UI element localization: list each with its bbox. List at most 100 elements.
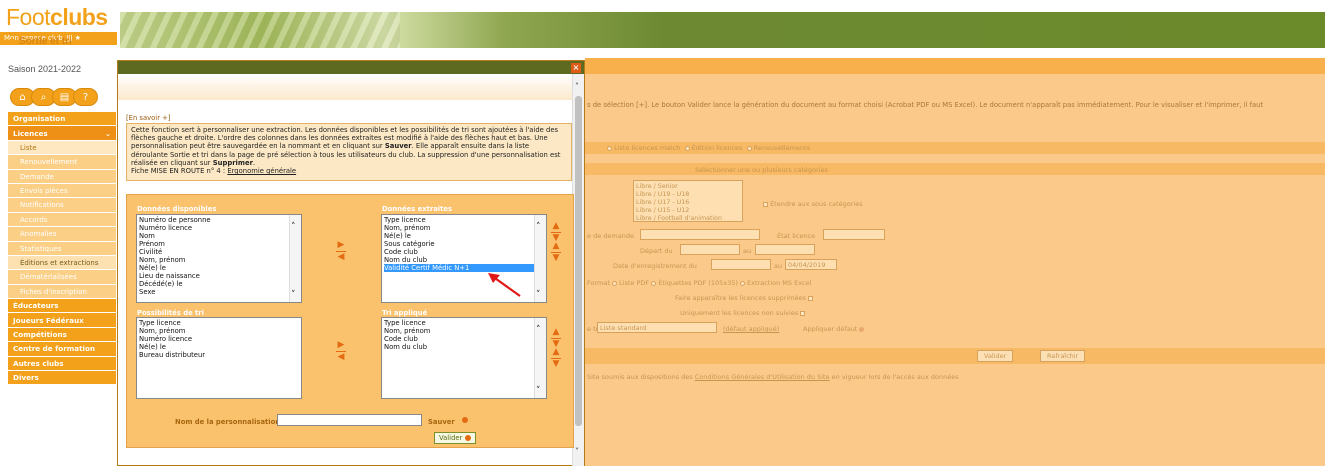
sort-applied-item[interactable]: Code club — [384, 335, 544, 343]
extracted-data-item[interactable]: Nom, prénom — [384, 224, 544, 232]
ergonomie-link[interactable]: Ergonomie générale — [227, 167, 296, 175]
arrow-up-icon[interactable]: ▲ — [553, 221, 560, 231]
bg-apply-default[interactable]: Appliquer défaut — [803, 325, 865, 334]
nav-section-educateurs[interactable]: Éducateurs — [8, 299, 116, 314]
nav-item-envois-pieces[interactable]: Envois pièces — [8, 183, 116, 199]
available-data-item[interactable]: Sexe — [139, 288, 299, 296]
bg-record-from[interactable] — [711, 259, 771, 270]
available-data-item[interactable]: Lieu de naissance — [139, 272, 299, 280]
sort-options-list[interactable]: Type licence Nom, prénom Numéro licence Né(… — [136, 317, 302, 399]
nav-section-joueurs-federaux[interactable]: Joueurs Fédéraux — [8, 313, 116, 328]
available-data-item[interactable]: Civilité — [139, 248, 299, 256]
arrow-left-icon[interactable]: ◀ — [338, 252, 345, 262]
sort-applied-item[interactable]: Type licence — [384, 319, 544, 327]
bg-tri-select[interactable]: Liste standard — [597, 322, 717, 333]
sort-option-item[interactable]: Numéro licence — [139, 335, 299, 343]
chevron-up-icon[interactable]: ˄ — [536, 223, 541, 232]
cgu-link[interactable]: Conditions Générales d'Utilisation du Si… — [695, 373, 830, 381]
available-scrollbar[interactable]: ˄ ˅ — [289, 215, 301, 302]
nav-section-licences[interactable]: Licences ⌄ — [8, 126, 116, 141]
available-data-item[interactable]: Décédé(e) le — [139, 280, 299, 288]
bg-depart-to[interactable] — [755, 244, 815, 255]
sort-applied-item[interactable]: Nom, prénom — [384, 327, 544, 335]
bg-only-unfollowed[interactable]: Uniquement les licences non suivies — [680, 309, 806, 318]
bg-categories-list[interactable]: Libre / Senior Libre / U19 - U18 Libre / U… — [633, 180, 743, 222]
nav-section-organisation[interactable]: Organisation — [8, 112, 116, 127]
radio-liste-licences-match[interactable] — [607, 145, 612, 151]
bg-default-applied[interactable]: (défaut appliqué) — [723, 325, 779, 334]
bg-footer-text: Site soumis aux dispositions des Conditi… — [587, 373, 959, 381]
chevron-down-icon[interactable]: ˅ — [536, 291, 541, 300]
available-data-item[interactable]: Prénom — [139, 240, 299, 248]
sort-option-item[interactable]: Né(e) le — [139, 343, 299, 351]
nav-item-notifications[interactable]: Notifications — [8, 198, 116, 213]
bg-refresh-button[interactable]: Rafraîchir — [1040, 350, 1086, 362]
radio-extraction-excel[interactable] — [739, 280, 745, 286]
available-data-item[interactable]: Numéro de personne — [139, 216, 299, 224]
extracted-data-item[interactable]: Né(e) le — [384, 232, 544, 240]
save-dot-icon[interactable] — [462, 417, 468, 423]
chevron-up-icon[interactable]: ˄ — [291, 223, 296, 232]
arrow-down-icon[interactable]: ▼ — [553, 253, 560, 263]
radio-liste-pdf[interactable] — [611, 280, 617, 286]
chevron-down-icon[interactable]: ˅ — [575, 447, 579, 456]
nav-item-statistiques[interactable]: Statistiques — [8, 241, 116, 256]
arrow-up-icon[interactable]: ▲ — [553, 241, 560, 251]
extracted-scrollbar[interactable]: ˄ ˅ — [534, 215, 546, 302]
available-data-item[interactable]: Numéro licence — [139, 224, 299, 232]
nav-item-fiches-inscription[interactable]: Fiches d'inscription — [8, 284, 116, 300]
chevron-up-icon[interactable]: ˄ — [536, 326, 541, 335]
arrow-left-icon[interactable]: ◀ — [338, 352, 345, 362]
nav-section-divers[interactable]: Divers — [8, 371, 116, 386]
arrow-right-icon[interactable]: ▶ — [338, 340, 345, 350]
available-data-list[interactable]: Numéro de personne Numéro licence Nom Préno… — [136, 214, 302, 303]
bg-show-deleted[interactable]: Faire apparaître les licences supprimées — [675, 294, 813, 303]
nav-section-centre-formation[interactable]: Centre de formation — [8, 342, 116, 357]
radio-etiquettes-pdf[interactable] — [651, 280, 657, 286]
available-data-item[interactable]: Nom, prénom — [139, 256, 299, 264]
nav-section-competitions[interactable]: Compétitions — [8, 327, 116, 343]
save-button[interactable]: Sauver — [428, 418, 455, 426]
bg-state-select[interactable] — [823, 229, 885, 240]
bg-extend-subcategories[interactable]: Étendre aux sous catégories — [763, 200, 863, 209]
scrollbar-thumb[interactable] — [575, 96, 582, 426]
extracted-data-item[interactable]: Type licence — [384, 216, 544, 224]
nav-item-renouvellement[interactable]: Renouvellement — [8, 155, 116, 170]
arrow-down-icon[interactable]: ▼ — [553, 359, 560, 369]
available-data-item[interactable]: Nom — [139, 232, 299, 240]
radio-edition-licences[interactable] — [684, 145, 690, 151]
nav-item-demande[interactable]: Demande — [8, 169, 116, 184]
nav-item-accords[interactable]: Accords — [8, 212, 116, 228]
available-data-item[interactable]: Né(e) le — [139, 264, 299, 272]
chevron-down-icon[interactable]: ˅ — [536, 387, 541, 396]
sort-applied-scrollbar[interactable]: ˄ ˅ — [534, 318, 546, 398]
sort-option-item[interactable]: Nom, prénom — [139, 327, 299, 335]
arrow-right-icon[interactable]: ▶ — [338, 240, 345, 250]
chevron-down-icon[interactable]: ˅ — [291, 291, 296, 300]
more-info-link[interactable]: [En savoir +] — [126, 114, 171, 122]
help-icon[interactable]: ? — [73, 88, 98, 106]
bg-record-to[interactable]: 04/04/2019 — [785, 259, 837, 270]
extracted-data-item[interactable]: Code club — [384, 248, 544, 256]
radio-renouvellements[interactable] — [746, 145, 752, 151]
bg-demand-select[interactable] — [640, 229, 760, 240]
nav-item-dematerialisees[interactable]: Dématérialisées — [8, 270, 116, 285]
bg-depart-from[interactable] — [680, 244, 740, 255]
nav-item-editions-extractions[interactable]: Éditions et extractions — [8, 255, 116, 271]
nav-item-anomalies[interactable]: Anomalies — [8, 227, 116, 242]
personalization-name-input[interactable] — [277, 414, 422, 426]
nav-section-autres-clubs[interactable]: Autres clubs — [8, 356, 116, 372]
close-icon[interactable]: × — [571, 63, 581, 73]
chevron-up-icon[interactable]: ˄ — [575, 82, 579, 91]
extracted-data-item[interactable]: Nom du club — [384, 256, 544, 264]
sort-applied-list[interactable]: Type licence Nom, prénom Code club Nom du c… — [381, 317, 547, 399]
sort-option-item[interactable]: Type licence — [139, 319, 299, 327]
extracted-data-item[interactable]: Sous catégorie — [384, 240, 544, 248]
arrow-up-icon[interactable]: ▲ — [553, 327, 560, 337]
sort-option-item[interactable]: Bureau distributeur — [139, 351, 299, 359]
bg-validate-button[interactable]: Valider — [977, 350, 1014, 362]
validate-button[interactable]: Valider — [434, 432, 477, 444]
arrow-up-icon[interactable]: ▲ — [553, 347, 560, 357]
nav-item-liste[interactable]: Liste — [8, 140, 116, 156]
sort-applied-item[interactable]: Nom du club — [384, 343, 544, 351]
